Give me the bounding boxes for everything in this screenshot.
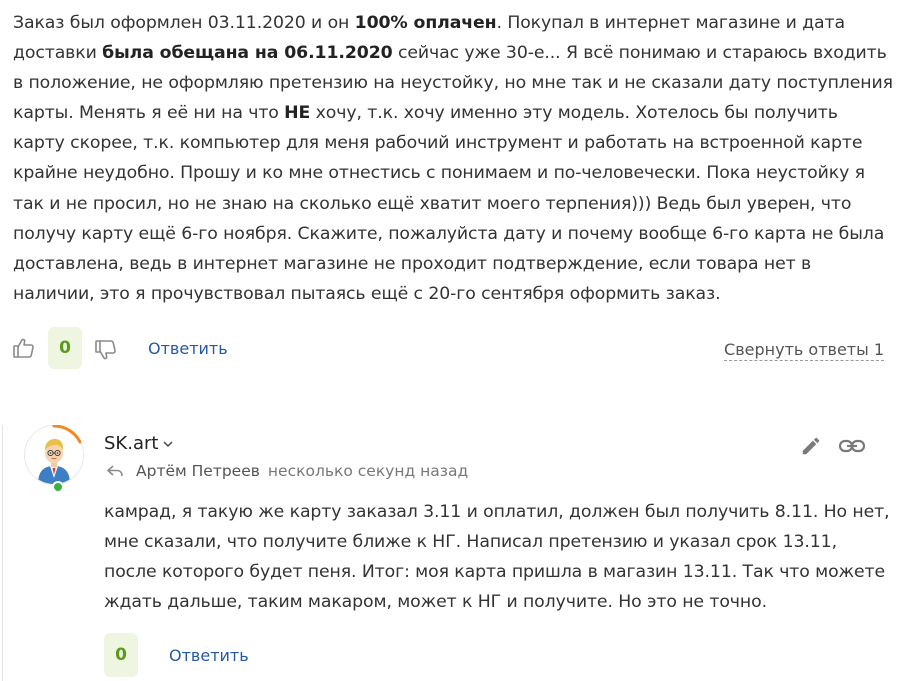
comment-emphasis: была обещана на 06.11.2020 — [102, 43, 393, 64]
comment-text: Заказ был оформлен 03.11.2020 и он 100% … — [13, 8, 893, 309]
reply-timestamp: несколько секунд назад — [267, 462, 469, 480]
comment-text-segment: хочу, т.к. хочу именно эту модель. Хотел… — [13, 103, 885, 304]
reply-reply-button[interactable]: Ответить — [169, 646, 249, 665]
reply-comment: SK.art Артём Петреев несколько секунд на… — [0, 425, 906, 681]
comment-actions: 0 Ответить Свернуть ответы 1 — [0, 326, 906, 370]
collapse-replies-link[interactable]: Свернуть ответы 1 — [724, 340, 884, 361]
thread-line — [2, 425, 3, 681]
thumbs-up-icon[interactable] — [12, 336, 36, 360]
comment-emphasis: 100% оплачен — [354, 13, 497, 33]
level-arc — [52, 425, 82, 444]
reply-to-info: Артём Петреев несколько секунд назад — [106, 462, 468, 480]
avatar[interactable] — [24, 425, 84, 493]
author-name-label: SK.art — [104, 433, 159, 454]
reply-arrow-icon — [107, 465, 123, 477]
online-indicator — [52, 481, 64, 493]
comment-text-segment: Заказ был оформлен 03.11.2020 и он — [13, 13, 355, 33]
author-name[interactable]: SK.art — [104, 433, 174, 454]
chevron-down-icon — [163, 440, 173, 447]
comment-score: 0 — [48, 327, 82, 369]
reply-text: камрад, я такую же карту заказал 3.11 и … — [104, 502, 890, 613]
pencil-icon[interactable] — [800, 435, 822, 461]
reply-score: 0 — [104, 633, 138, 677]
link-icon[interactable] — [838, 435, 866, 461]
reply-button[interactable]: Ответить — [148, 339, 228, 358]
comment-emphasis: НЕ — [284, 103, 311, 124]
thumbs-down-icon[interactable] — [94, 338, 118, 362]
reply-to-author[interactable]: Артём Петреев — [136, 462, 260, 480]
